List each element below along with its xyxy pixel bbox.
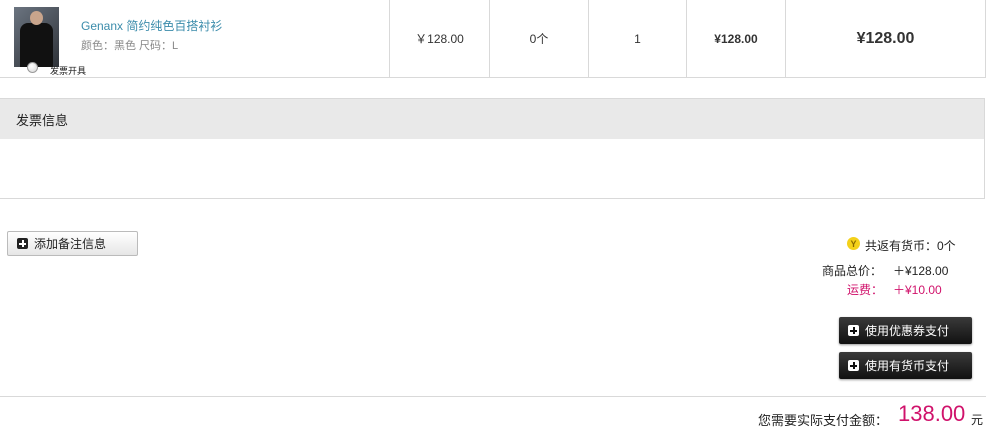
shipping-label: 运费： bbox=[847, 283, 884, 297]
total-cell: ¥128.00 bbox=[786, 0, 986, 77]
unit-price: ￥128.00 bbox=[415, 32, 464, 46]
price-cell: ￥128.00 bbox=[390, 0, 490, 77]
item-coins: 0个 bbox=[529, 32, 549, 46]
plus-icon bbox=[17, 238, 28, 249]
invoice-header: 发票信息 bbox=[0, 99, 984, 139]
product-thumbnail[interactable] bbox=[14, 7, 59, 67]
use-coupon-button[interactable]: 使用优惠券支付 bbox=[839, 317, 972, 344]
shipping-value: ＋¥10.00 bbox=[893, 283, 942, 297]
product-attributes: 颜色：黑色 尺码：L bbox=[81, 40, 179, 52]
use-coupon-label: 使用优惠券支付 bbox=[865, 324, 950, 338]
invoice-option-label[interactable]: 发票开具 bbox=[50, 64, 86, 77]
payment-amount: 138.00 bbox=[898, 401, 966, 426]
invoice-section: 发票信息 bbox=[0, 98, 985, 199]
item-total: ¥128.00 bbox=[856, 29, 915, 47]
payment-unit: 元 bbox=[971, 413, 984, 427]
goods-total-label: 商品总价： bbox=[822, 264, 883, 278]
item-subtotal: ¥128.00 bbox=[714, 31, 758, 46]
plus-icon bbox=[848, 325, 859, 336]
divider bbox=[0, 396, 986, 397]
invoice-title: 发票信息 bbox=[16, 112, 69, 128]
plus-icon bbox=[848, 360, 859, 371]
item-quantity: 1 bbox=[634, 31, 641, 46]
product-name-link[interactable]: Genanx 简约纯色百搭衬衫 bbox=[81, 17, 222, 34]
add-note-button[interactable]: 添加备注信息 bbox=[7, 231, 138, 256]
coins-cell: 0个 bbox=[490, 0, 589, 77]
payment-label: 您需要实际支付金额： bbox=[758, 413, 889, 428]
use-currency-label: 使用有货币支付 bbox=[865, 359, 950, 373]
invoice-radio[interactable] bbox=[27, 62, 38, 73]
coin-icon: Y bbox=[847, 237, 860, 250]
add-note-label: 添加备注信息 bbox=[34, 237, 107, 251]
cart-item-row: Genanx 简约纯色百搭衬衫 颜色：黑色 尺码：L ￥128.00 0个 1 … bbox=[0, 0, 986, 78]
subtotal-cell: ¥128.00 bbox=[687, 0, 786, 77]
goods-total-value: ＋¥128.00 bbox=[893, 264, 949, 278]
use-currency-button[interactable]: 使用有货币支付 bbox=[839, 352, 972, 379]
quantity-cell: 1 bbox=[589, 0, 687, 77]
coins-summary: 共返有货币：0个 bbox=[865, 239, 956, 253]
